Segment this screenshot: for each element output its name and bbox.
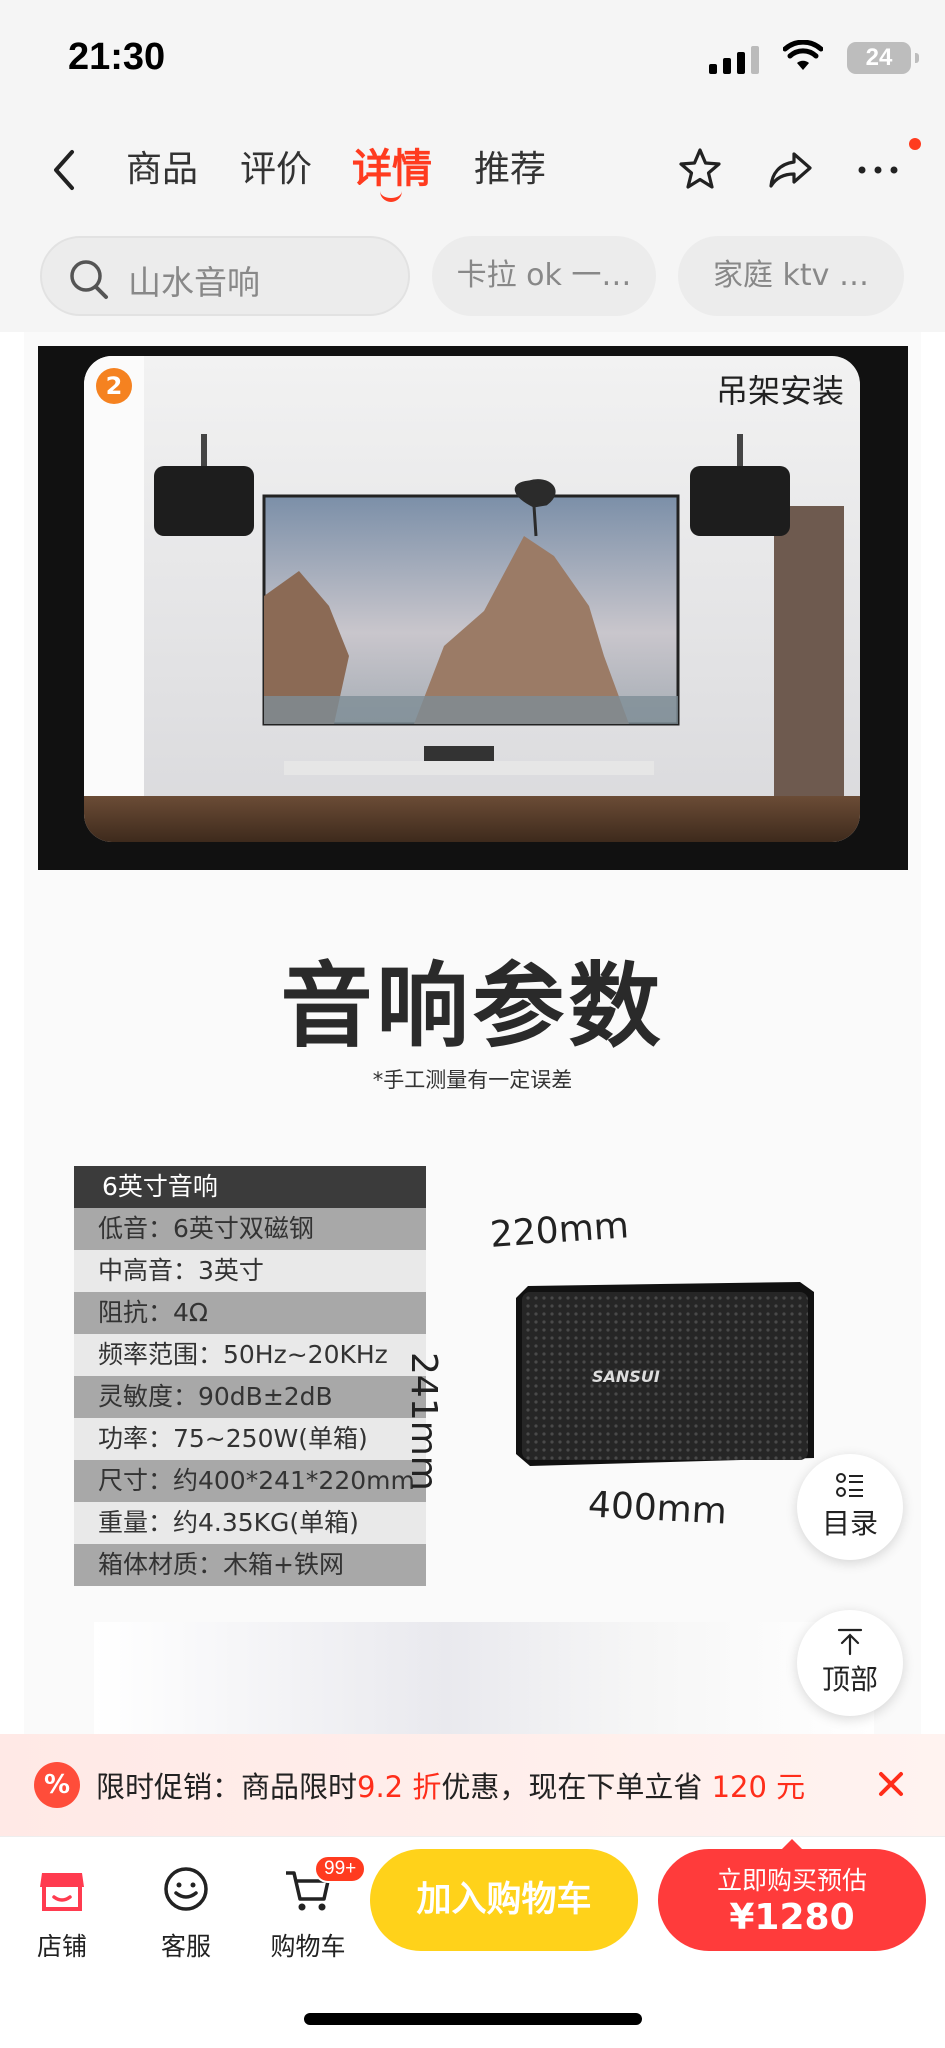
home-indicator [304,2013,642,2025]
section-title: 音响参数 [280,953,665,1060]
dimension-width: 400mm [587,1484,728,1533]
promo-prefix: 限时促销：商品限时 [96,1770,358,1804]
customer-service-button[interactable]: 客服 [136,1861,236,1963]
spec-row: 功率：75~250W(单箱) [74,1418,426,1460]
spec-row: 灵敏度：90dB±2dB [74,1376,426,1418]
detail-content: 2 吊架安装 音响参数 *手工测量有一定误差 6英寸音响 低音：6英寸双磁钢 中… [24,332,921,1734]
decorative-strip [94,1622,874,1734]
back-to-top-label: 顶部 [821,1663,878,1696]
spec-row: 中高音：3英寸 [74,1250,426,1292]
more-icon[interactable] [852,142,908,198]
promo-bar: % 限时促销：商品限时9.2 折优惠，现在下单立省 120 元 [0,1734,945,1836]
search-row: 山水音响 卡拉 ok 一… 家庭 ktv … [0,222,945,332]
living-room-image [84,356,860,842]
spec-table-header: 6英寸音响 [74,1166,426,1208]
discount-icon: % [34,1762,80,1808]
star-icon[interactable] [672,142,728,198]
battery-icon: 24 [847,42,919,74]
search-placeholder: 山水音响 [128,263,260,302]
back-to-top-button[interactable]: 顶部 [797,1610,903,1716]
search-chip-karaoke[interactable]: 卡拉 ok 一… [432,236,656,316]
search-chip-home-ktv[interactable]: 家庭 ktv … [678,236,904,316]
spec-row: 重量：约4.35KG(单箱) [74,1502,426,1544]
tab-goods[interactable]: 商品 [126,140,198,192]
dimension-height: 241mm [403,1352,444,1491]
service-icon [164,1867,208,1911]
add-to-cart-button[interactable]: 加入购物车 [370,1849,638,1951]
tab-recommend[interactable]: 推荐 [474,140,546,192]
catalog-button[interactable]: 目录 [797,1454,903,1560]
section-note: *手工测量有一定误差 [372,1068,573,1092]
service-label: 客服 [160,1932,211,1961]
notification-dot [909,138,921,150]
arrow-up-icon [837,1628,863,1656]
spec-row: 低音：6英寸双磁钢 [74,1208,426,1250]
search-input[interactable]: 山水音响 [40,236,410,316]
cart-label: 购物车 [270,1932,346,1961]
buy-now-price: ¥1280 [729,1897,855,1938]
shop-icon [40,1873,84,1911]
promo-text: 限时促销：商品限时9.2 折优惠，现在下单立省 120 元 [96,1764,805,1806]
spec-row: 箱体材质：木箱+铁网 [74,1544,426,1586]
installation-banner: 2 吊架安装 [38,346,908,870]
active-tab-indicator [380,190,402,202]
buy-now-button[interactable]: 立即购买预估 ¥1280 [658,1839,926,1951]
search-icon [70,260,108,299]
tab-reviews[interactable]: 评价 [240,140,312,192]
banner-number-badge: 2 [96,368,132,404]
dimension-depth: 220mm [488,1205,631,1256]
wifi-icon [783,40,823,70]
bottom-action-bar: 店铺 客服 99+ 购物车 加入购物车 立即购买预估 ¥1280 [0,1836,945,2048]
speaker-image: SANSUI [516,1282,814,1466]
share-icon[interactable] [762,142,818,198]
buy-now-label: 立即购买预估 [716,1866,867,1895]
catalog-label: 目录 [821,1507,878,1540]
banner-label: 吊架安装 [715,372,844,410]
spec-row: 尺寸：约400*241*220mm [74,1460,426,1502]
close-icon[interactable] [869,1762,913,1806]
signal-icon [709,46,759,74]
status-bar: 21:30 24 [0,0,945,118]
shop-label: 店铺 [36,1932,87,1961]
list-icon [836,1473,863,1497]
promo-middle: 优惠，现在下单立省 [441,1770,703,1804]
cart-count-badge: 99+ [314,1855,367,1883]
back-arrow-icon[interactable] [44,142,84,198]
status-time: 21:30 [68,36,166,78]
top-nav: 商品 评价 详情 推荐 [0,118,945,222]
spec-row: 频率范围：50Hz~20KHz [74,1334,426,1376]
spec-row: 阻抗：4Ω [74,1292,426,1334]
tab-details[interactable]: 详情 [352,136,432,194]
speaker-brand-logo: SANSUI [592,1367,660,1386]
product-detail-page: 21:30 24 商品 评价 详情 推荐 山水音响 卡拉 ok 一… 家庭 kt… [0,0,945,2048]
cart-button[interactable]: 99+ 购物车 [258,1855,367,1963]
promo-saving: 120 元 [711,1770,806,1804]
shop-button[interactable]: 店铺 [12,1861,112,1963]
spec-table: 6英寸音响 低音：6英寸双磁钢 中高音：3英寸 阻抗：4Ω 频率范围：50Hz~… [74,1166,426,1586]
promo-discount: 9.2 折 [357,1770,442,1804]
